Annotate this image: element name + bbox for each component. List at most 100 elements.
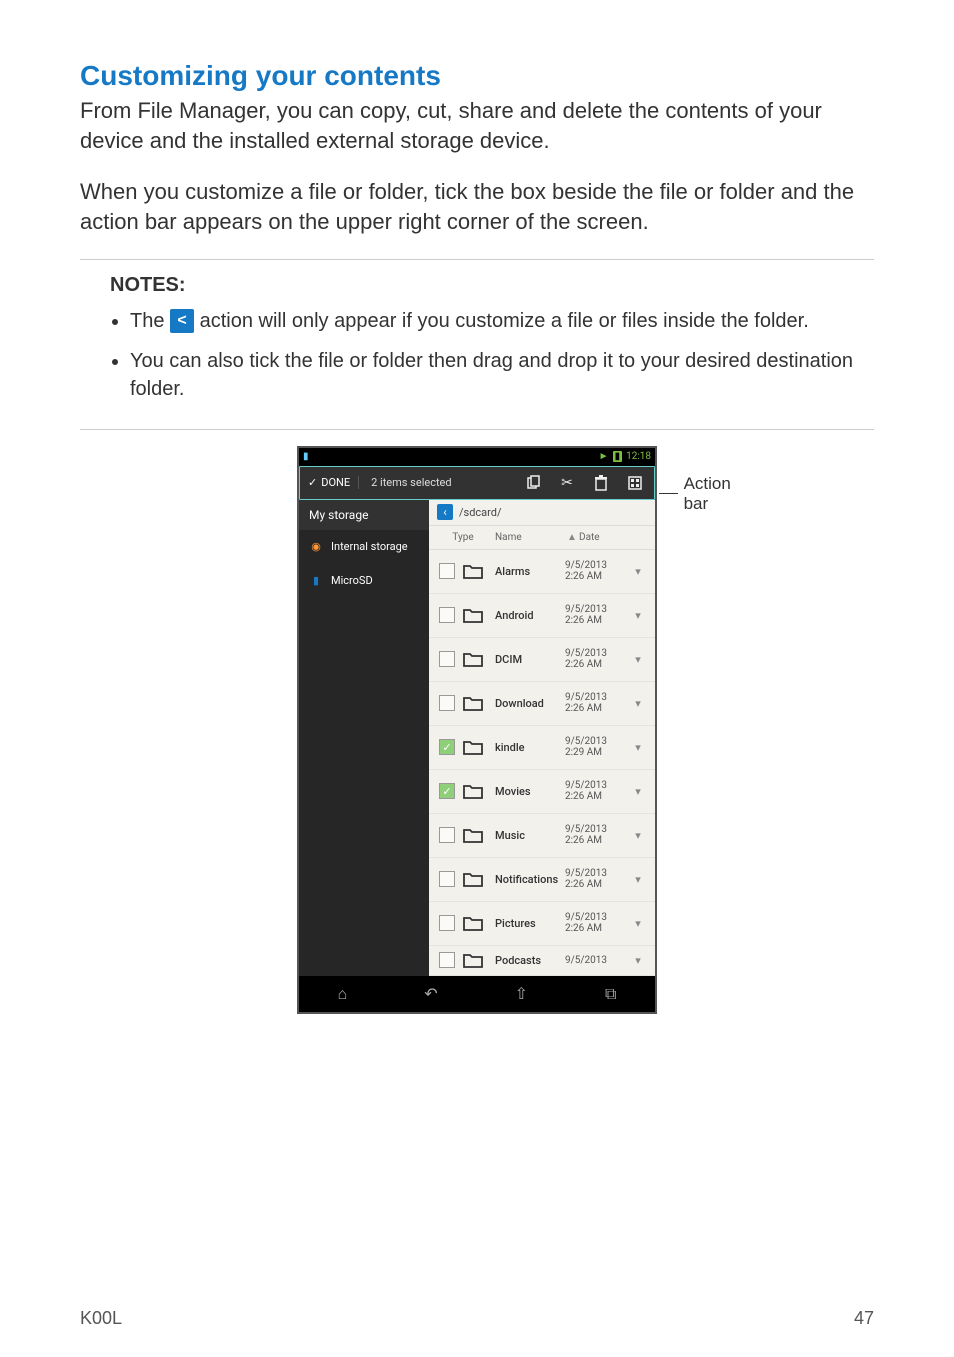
row-checkbox[interactable] [439, 952, 455, 968]
file-row[interactable]: DCIM9/5/20132:26 AM▾ [429, 638, 655, 682]
action-bar: ✓ DONE 2 items selected ✂ [299, 466, 655, 500]
sidebar-internal-label: Internal storage [331, 540, 408, 553]
file-row[interactable]: Download9/5/20132:26 AM▾ [429, 682, 655, 726]
file-date: 9/5/20132:26 AM [565, 560, 631, 582]
file-name: Movies [495, 785, 565, 798]
row-more-icon[interactable]: ▾ [631, 565, 645, 578]
notes-block: NOTES: The < action will only appear if … [80, 259, 874, 430]
file-name: Pictures [495, 917, 565, 930]
file-date: 9/5/20132:26 AM [565, 648, 631, 670]
file-row[interactable]: Alarms9/5/20132:26 AM▾ [429, 550, 655, 594]
row-more-icon[interactable]: ▾ [631, 829, 645, 842]
nav-prev-icon[interactable]: ⌂ [338, 984, 348, 1004]
status-bar: ▮ ► ▮ 12:18 [299, 448, 655, 466]
file-row[interactable]: kindle9/5/20132:29 AM▾ [429, 726, 655, 770]
row-more-icon[interactable]: ▾ [631, 873, 645, 886]
folder-icon [463, 915, 487, 931]
file-name: DCIM [495, 653, 565, 666]
folder-icon [463, 739, 487, 755]
note1-text-b: action will only appear if you customize… [194, 310, 809, 332]
folder-icon [463, 651, 487, 667]
folder-icon [463, 871, 487, 887]
folder-icon [463, 952, 487, 968]
share-icon: < [170, 309, 194, 333]
row-more-icon[interactable]: ▾ [631, 785, 645, 798]
footer-page: 47 [854, 1308, 874, 1329]
row-checkbox[interactable] [439, 739, 455, 755]
notes-title: NOTES: [110, 274, 870, 297]
row-checkbox[interactable] [439, 783, 455, 799]
file-row[interactable]: Podcasts9/5/2013▾ [429, 946, 655, 976]
row-checkbox[interactable] [439, 607, 455, 623]
nav-recent-icon[interactable]: ⧉ [605, 984, 616, 1004]
col-name[interactable]: Name [487, 532, 567, 543]
callout-line [659, 493, 678, 494]
nav-home-icon[interactable]: ⇧ [515, 984, 528, 1003]
row-more-icon[interactable]: ▾ [631, 653, 645, 666]
folder-icon [463, 827, 487, 843]
file-row[interactable]: Music9/5/20132:26 AM▾ [429, 814, 655, 858]
col-type[interactable]: Type [439, 532, 487, 543]
sidebar-item-microsd[interactable]: ▮ MicroSD [299, 564, 429, 598]
delete-icon[interactable] [590, 472, 612, 494]
callout-action-bar: Action bar [659, 474, 738, 514]
file-date: 9/5/20132:26 AM [565, 824, 631, 846]
path-back-icon[interactable]: ‹ [437, 504, 453, 520]
selection-count: 2 items selected [371, 476, 451, 489]
row-checkbox[interactable] [439, 563, 455, 579]
note-item-2: You can also tick the file or folder the… [130, 347, 870, 403]
status-time: 12:18 [626, 451, 651, 462]
select-all-icon[interactable] [624, 472, 646, 494]
system-navbar: ⌂ ↶ ⇧ ⧉ [299, 976, 655, 1012]
status-notification-icon: ▮ [303, 451, 309, 462]
file-name: Notifications [495, 873, 565, 886]
file-name: Podcasts [495, 954, 565, 967]
cut-icon[interactable]: ✂ [556, 472, 578, 494]
row-more-icon[interactable]: ▾ [631, 697, 645, 710]
row-more-icon[interactable]: ▾ [631, 917, 645, 930]
file-date: 9/5/20132:26 AM [565, 912, 631, 934]
file-date: 9/5/20132:29 AM [565, 736, 631, 758]
sort-indicator-icon: ▲ [567, 532, 579, 543]
folder-icon [463, 563, 487, 579]
row-checkbox[interactable] [439, 695, 455, 711]
microsd-icon: ▮ [309, 574, 323, 588]
done-button[interactable]: ✓ DONE [308, 476, 359, 489]
row-checkbox[interactable] [439, 915, 455, 931]
file-name: Music [495, 829, 565, 842]
file-row[interactable]: Notifications9/5/20132:26 AM▾ [429, 858, 655, 902]
file-date: 9/5/20132:26 AM [565, 604, 631, 626]
file-date: 9/5/20132:26 AM [565, 692, 631, 714]
file-name: Alarms [495, 565, 565, 578]
folder-icon [463, 783, 487, 799]
row-more-icon[interactable]: ▾ [631, 741, 645, 754]
done-label: DONE [321, 476, 350, 489]
battery-icon: ▮ [613, 451, 623, 462]
file-list-panel: ‹ /sdcard/ Type Name ▲ Date Alarms9/5/20… [429, 500, 655, 976]
file-name: kindle [495, 741, 565, 754]
sidebar-microsd-label: MicroSD [331, 574, 373, 587]
row-more-icon[interactable]: ▾ [631, 609, 645, 622]
internal-storage-icon: ◉ [309, 540, 323, 554]
wifi-icon: ► [599, 451, 609, 462]
storage-sidebar: My storage ◉ Internal storage ▮ MicroSD [299, 500, 429, 976]
folder-icon [463, 695, 487, 711]
note-item-1: The < action will only appear if you cus… [130, 307, 870, 335]
device-screenshot: ▮ ► ▮ 12:18 ✓ DONE 2 items selected ✂ [297, 446, 657, 1014]
file-date: 9/5/20132:26 AM [565, 780, 631, 802]
row-more-icon[interactable]: ▾ [631, 954, 645, 967]
file-row[interactable]: Android9/5/20132:26 AM▾ [429, 594, 655, 638]
file-row[interactable]: Pictures9/5/20132:26 AM▾ [429, 902, 655, 946]
row-checkbox[interactable] [439, 651, 455, 667]
copy-icon[interactable] [522, 472, 544, 494]
col-date[interactable]: Date [579, 532, 645, 543]
section-heading: Customizing your contents [80, 60, 874, 92]
file-row[interactable]: Movies9/5/20132:26 AM▾ [429, 770, 655, 814]
footer-model: K00L [80, 1308, 122, 1329]
sidebar-item-internal[interactable]: ◉ Internal storage [299, 530, 429, 564]
note1-text-a: The [130, 310, 170, 332]
nav-back-icon[interactable]: ↶ [424, 984, 437, 1003]
sidebar-title: My storage [299, 500, 429, 530]
row-checkbox[interactable] [439, 827, 455, 843]
row-checkbox[interactable] [439, 871, 455, 887]
